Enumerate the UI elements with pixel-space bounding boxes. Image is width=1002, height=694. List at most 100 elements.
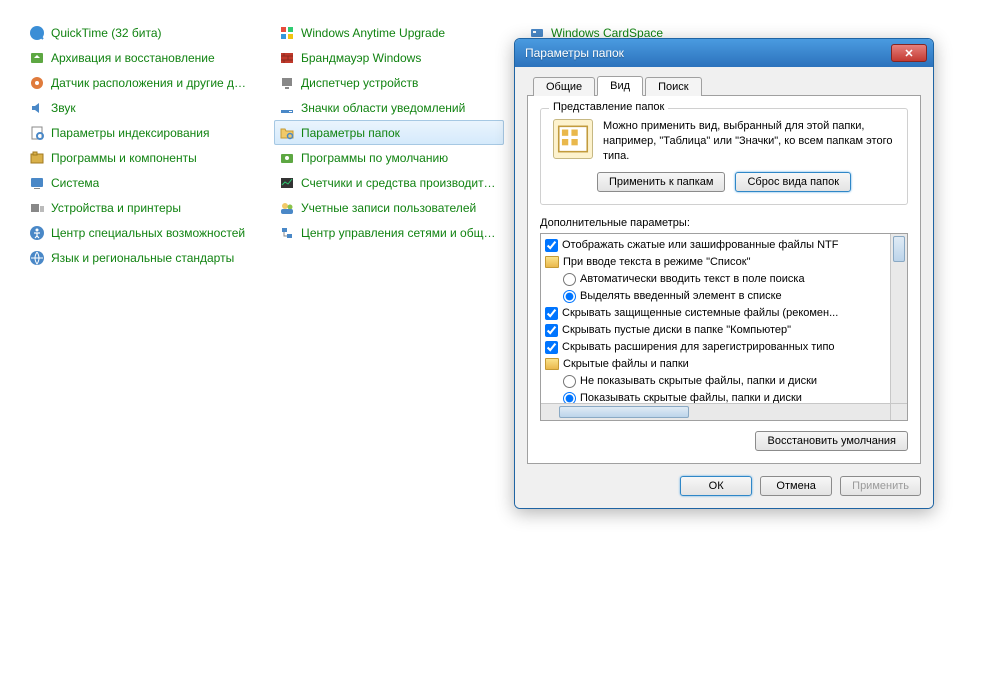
scrollbar-corner [890, 403, 907, 420]
checkbox[interactable] [545, 341, 558, 354]
radio[interactable] [563, 290, 576, 303]
cpl-item[interactable]: Значки области уведомлений [274, 95, 504, 120]
folder-icon [545, 358, 559, 370]
horizontal-scrollbar[interactable] [541, 403, 890, 420]
tabs: Общие Вид Поиск [533, 75, 921, 95]
cpl-item-label: Параметры папок [301, 126, 400, 140]
folder-options-dialog: Параметры папок ✕ Общие Вид Поиск Предст… [514, 38, 934, 509]
defprog-icon [279, 150, 295, 166]
system-icon [29, 175, 45, 191]
tree-node-label: Скрытые файлы и папки [563, 358, 689, 370]
tree-node-label: Отображать сжатые или зашифрованные файл… [562, 239, 838, 251]
cancel-button[interactable]: Отмена [760, 476, 832, 496]
qt-icon [29, 25, 45, 41]
cpl-item[interactable]: Центр управления сетями и общи... [274, 220, 504, 245]
tree-node-label: Выделять введенный элемент в списке [580, 290, 782, 302]
tree-node[interactable]: При вводе текста в режиме "Список" [545, 254, 904, 271]
cpl-item-label: Диспетчер устройств [301, 76, 418, 90]
upgrade-icon [279, 25, 295, 41]
radio[interactable] [563, 375, 576, 388]
vertical-scrollbar[interactable] [890, 234, 907, 403]
tree-node[interactable]: Скрывать защищенные системные файлы (рек… [545, 305, 904, 322]
dialog-title: Параметры папок [525, 46, 891, 60]
tree-node[interactable]: Автоматически вводить текст в поле поиск… [545, 271, 904, 288]
cpl-item-label: Язык и региональные стандарты [51, 251, 234, 265]
tab-view[interactable]: Вид [597, 76, 643, 96]
tree-node[interactable]: Скрывать расширения для зарегистрированн… [545, 339, 904, 356]
tree-node-label: Скрывать расширения для зарегистрированн… [562, 341, 835, 353]
tree-node[interactable]: Отображать сжатые или зашифрованные файл… [545, 237, 904, 254]
cpl-item[interactable]: Архивация и восстановление [24, 45, 254, 70]
close-button[interactable]: ✕ [891, 44, 927, 62]
tree-node[interactable]: Скрывать пустые диски в папке "Компьютер… [545, 322, 904, 339]
cpl-item-label: Центр управления сетями и общи... [301, 226, 499, 240]
tab-search[interactable]: Поиск [645, 77, 701, 96]
cpl-item-label: Центр специальных возможностей [51, 226, 245, 240]
checkbox[interactable] [545, 239, 558, 252]
cpl-item[interactable]: Центр специальных возможностей [24, 220, 254, 245]
index-icon [29, 125, 45, 141]
cpl-item-label: Звук [51, 101, 76, 115]
sensor-icon [29, 75, 45, 91]
cpl-item[interactable]: Параметры индексирования [24, 120, 254, 145]
sound-icon [29, 100, 45, 116]
cpl-item[interactable]: Датчик расположения и другие дат... [24, 70, 254, 95]
cpl-item[interactable]: QuickTime (32 бита) [24, 20, 254, 45]
firewall-icon [279, 50, 295, 66]
tree-node[interactable]: Скрытые файлы и папки [545, 356, 904, 373]
access-icon [29, 225, 45, 241]
apply-button[interactable]: Применить [840, 476, 921, 496]
region-icon [29, 250, 45, 266]
cpl-item-label: Учетные записи пользователей [301, 201, 476, 215]
apply-to-folders-button[interactable]: Применить к папкам [597, 172, 726, 192]
cpl-item-label: QuickTime (32 бита) [51, 26, 162, 40]
checkbox[interactable] [545, 307, 558, 320]
cpl-item-label: Устройства и принтеры [51, 201, 181, 215]
folderopt-icon [279, 125, 295, 141]
ok-button[interactable]: ОК [680, 476, 752, 496]
cpl-item[interactable]: Система [24, 170, 254, 195]
scrollbar-thumb[interactable] [559, 406, 689, 418]
notify-icon [279, 100, 295, 116]
restore-defaults-button[interactable]: Восстановить умолчания [755, 431, 908, 451]
cpl-item[interactable]: Программы и компоненты [24, 145, 254, 170]
network-icon [279, 225, 295, 241]
folder-view-icon [553, 119, 593, 159]
dialog-body: Общие Вид Поиск Представление папок Можн… [515, 67, 933, 508]
radio[interactable] [563, 273, 576, 286]
backup-icon [29, 50, 45, 66]
checkbox[interactable] [545, 324, 558, 337]
tree-node-label: Скрывать пустые диски в папке "Компьютер… [562, 324, 791, 336]
cpl-item[interactable]: Устройства и принтеры [24, 195, 254, 220]
tab-general[interactable]: Общие [533, 77, 595, 96]
cpl-item-label: Счетчики и средства производител... [301, 176, 499, 190]
cpl-item-label: Программы и компоненты [51, 151, 197, 165]
cpl-item[interactable]: Параметры папок [274, 120, 504, 145]
cpl-item-label: Датчик расположения и другие дат... [51, 76, 249, 90]
scrollbar-thumb[interactable] [893, 236, 905, 262]
group-title: Представление папок [549, 101, 668, 113]
cpl-item[interactable]: Учетные записи пользователей [274, 195, 504, 220]
tree-node[interactable]: Не показывать скрытые файлы, папки и дис… [545, 373, 904, 390]
cpl-item[interactable]: Звук [24, 95, 254, 120]
folder-icon [545, 256, 559, 268]
folder-view-group: Представление папок Можно применить вид,… [540, 108, 908, 205]
tree-node[interactable]: Выделять введенный элемент в списке [545, 288, 904, 305]
cpl-item-label: Значки области уведомлений [301, 101, 465, 115]
advanced-settings-tree[interactable]: Отображать сжатые или зашифрованные файл… [540, 233, 908, 421]
cpl-item-label: Архивация и восстановление [51, 51, 215, 65]
reset-folders-button[interactable]: Сброс вида папок [735, 172, 851, 192]
cpl-item[interactable]: Программы по умолчанию [274, 145, 504, 170]
cpl-item[interactable]: Счетчики и средства производител... [274, 170, 504, 195]
cpl-item-label: Брандмауэр Windows [301, 51, 421, 65]
cpl-item[interactable]: Windows Anytime Upgrade [274, 20, 504, 45]
cpl-item[interactable]: Диспетчер устройств [274, 70, 504, 95]
cpl-item[interactable]: Брандмауэр Windows [274, 45, 504, 70]
cpl-item-label: Параметры индексирования [51, 126, 209, 140]
cpl-item-label: Программы по умолчанию [301, 151, 448, 165]
tree-node-label: Автоматически вводить текст в поле поиск… [580, 273, 805, 285]
dialog-titlebar[interactable]: Параметры папок ✕ [515, 39, 933, 67]
folder-view-text: Можно применить вид, выбранный для этой … [603, 119, 895, 164]
programs-icon [29, 150, 45, 166]
cpl-item[interactable]: Язык и региональные стандарты [24, 245, 254, 270]
